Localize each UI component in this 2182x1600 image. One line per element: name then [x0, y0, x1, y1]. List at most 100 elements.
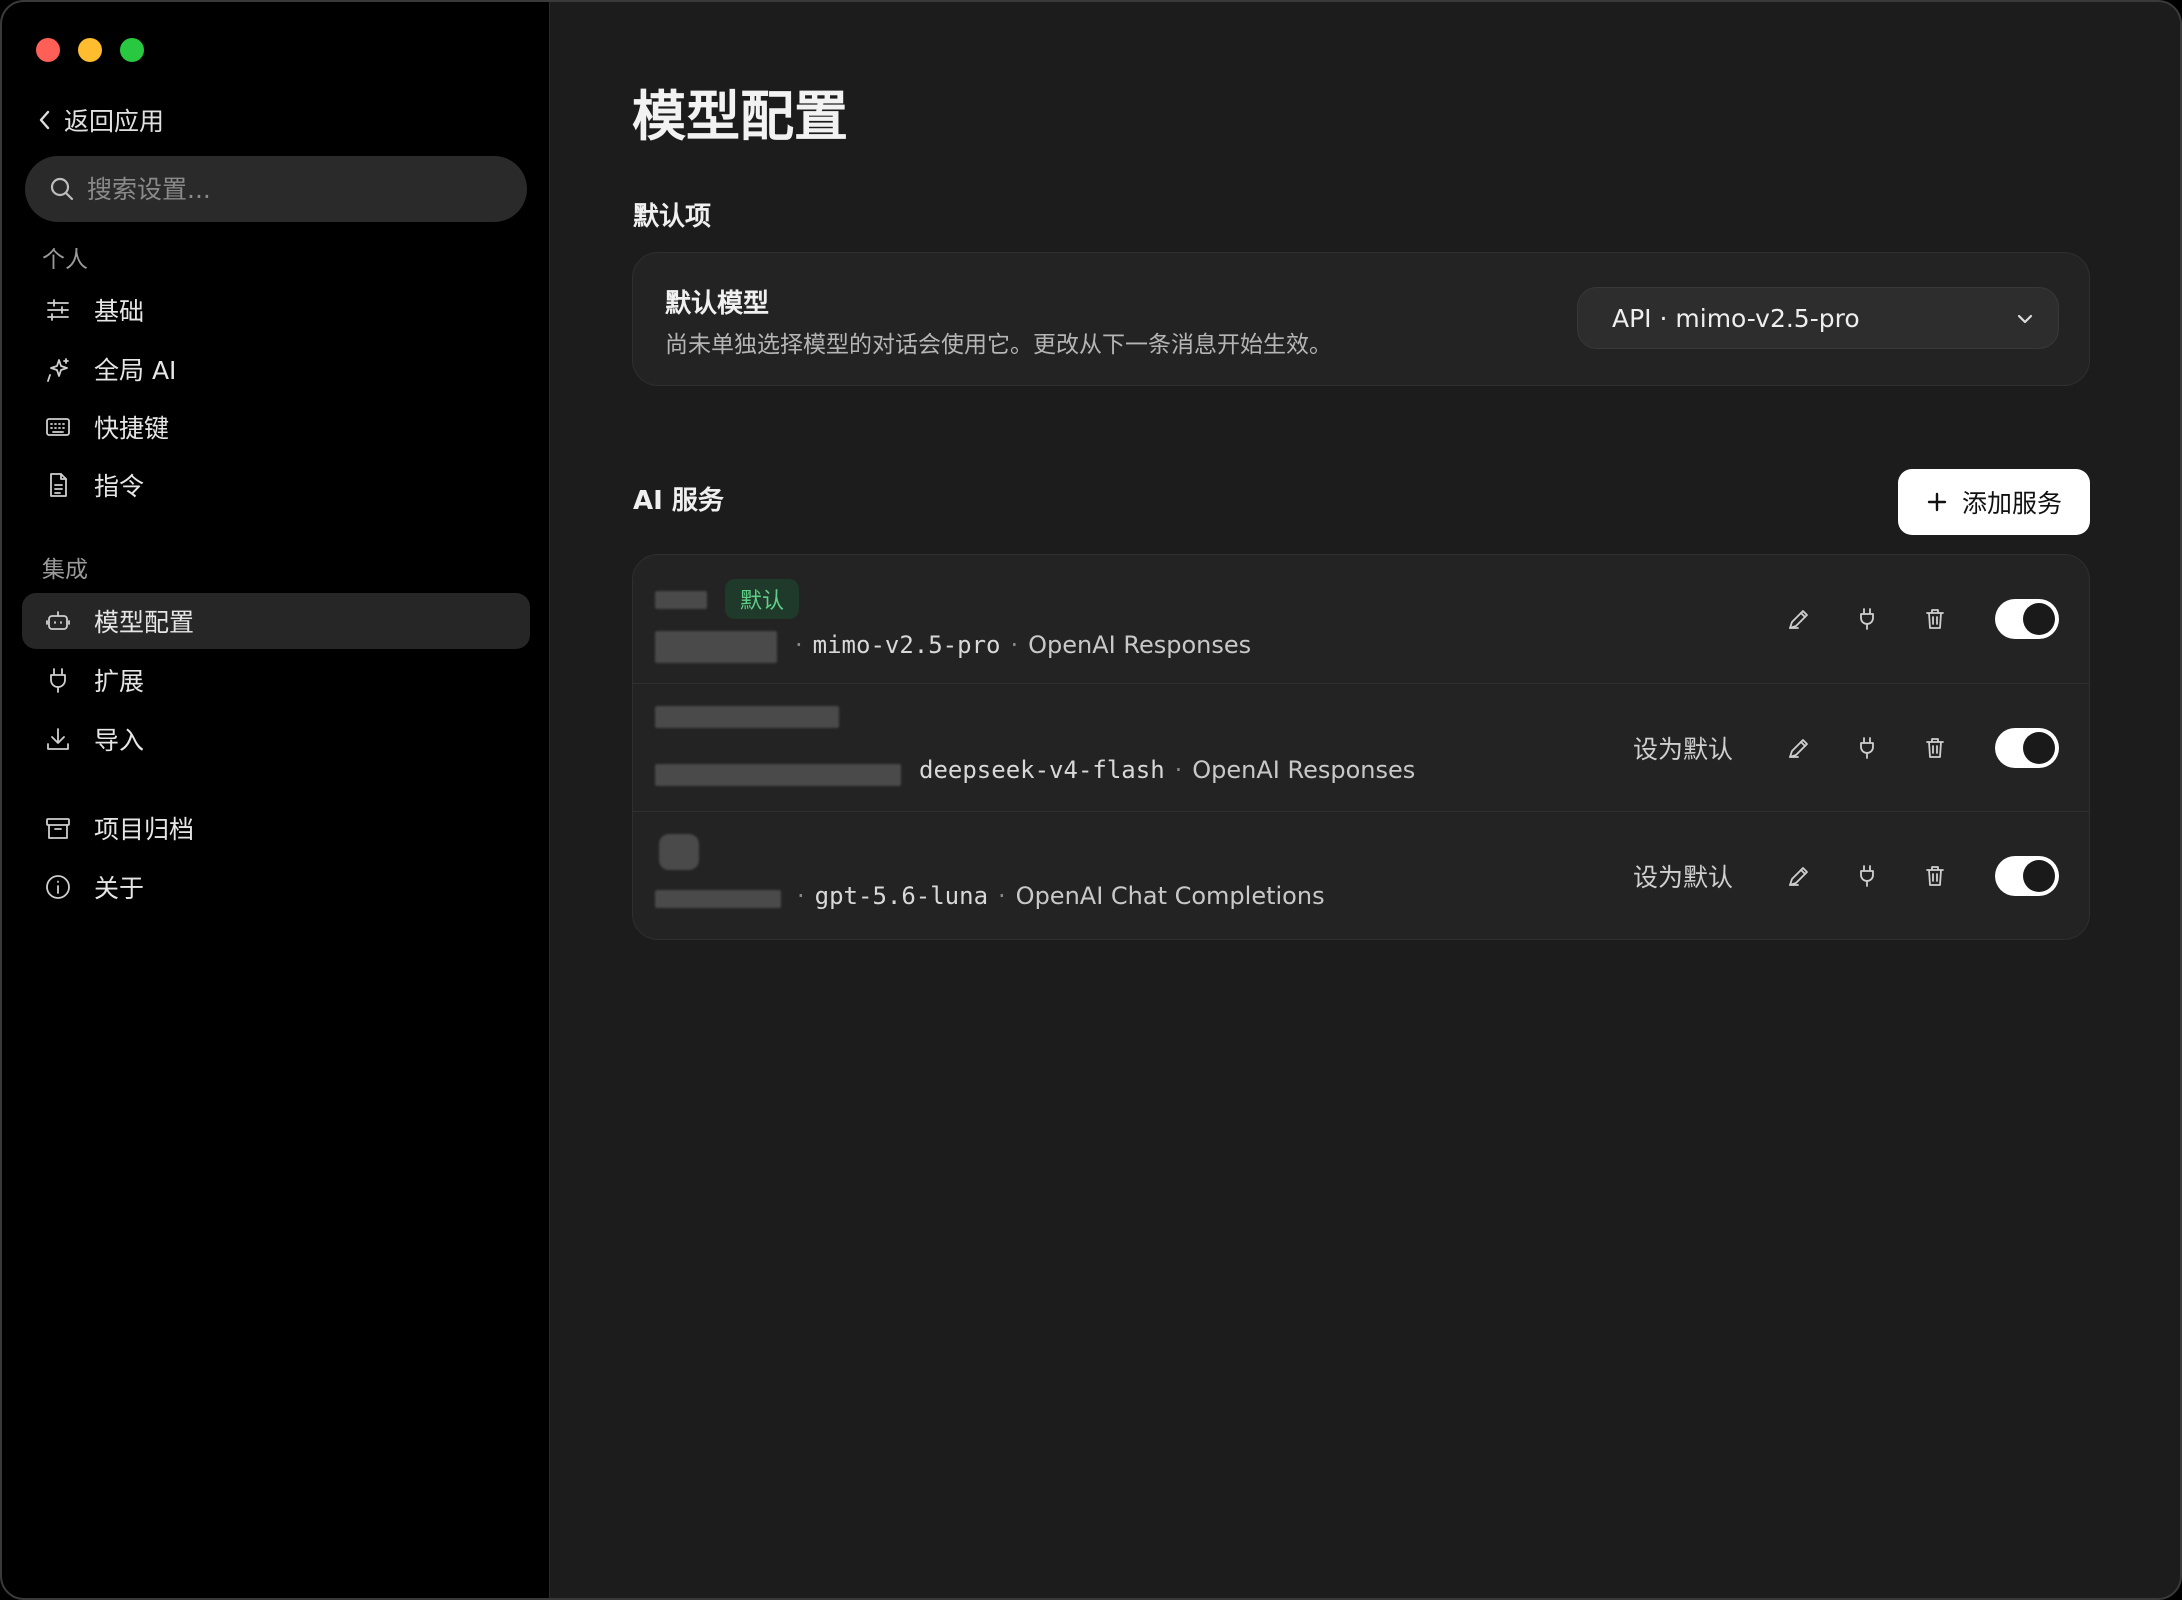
service-row: 默认 · mimo-v2.5-pro · OpenAI Responses	[633, 555, 2089, 683]
archive-icon	[46, 818, 70, 839]
trash-icon	[1926, 738, 1944, 758]
service-actions	[1777, 555, 2059, 683]
edit-service-button[interactable]	[1777, 726, 1821, 770]
section-label-integrations: 集成	[42, 557, 88, 583]
defaults-heading: 默认项	[633, 202, 712, 232]
keyboard-icon	[46, 418, 70, 436]
service-actions: 设为默认	[1633, 812, 2059, 940]
back-label: 返回应用	[64, 107, 165, 136]
plus-icon	[1927, 492, 1947, 512]
search-icon	[50, 177, 74, 201]
sidebar-item-label: 指令	[94, 472, 145, 501]
service-model: deepseek-v4-flash	[919, 756, 1165, 784]
pencil-icon	[1789, 610, 1808, 629]
pencil-icon	[1789, 739, 1808, 758]
plug-icon	[1860, 865, 1874, 887]
set-default-button[interactable]: 设为默认	[1633, 730, 1733, 766]
redacted-service-name	[655, 591, 707, 609]
add-service-label: 添加服务	[1961, 489, 2062, 518]
delete-service-button[interactable]	[1913, 726, 1957, 770]
sidebar-item-model-config[interactable]: 模型配置	[22, 593, 530, 649]
plug-icon	[1860, 608, 1874, 630]
robot-icon	[46, 611, 70, 630]
redacted-service-name	[659, 834, 699, 870]
sidebar-item-label: 项目归档	[94, 815, 195, 844]
chevron-down-icon	[2017, 314, 2033, 324]
service-enabled-toggle[interactable]	[1995, 856, 2059, 896]
set-default-button[interactable]: 设为默认	[1633, 858, 1733, 894]
test-connection-button[interactable]	[1845, 726, 1889, 770]
default-model-description: 尚未单独选择模型的对话会使用它。更改从下一条消息开始生效。	[665, 332, 1332, 358]
sidebar-item-label: 扩展	[94, 667, 145, 696]
plug-icon	[50, 668, 66, 693]
sidebar-item-label: 导入	[94, 726, 145, 755]
service-api: OpenAI Responses	[1192, 756, 1416, 784]
service-enabled-toggle[interactable]	[1995, 599, 2059, 639]
service-row: deepseek-v4-flash · OpenAI Responses 设为默认	[633, 683, 2089, 811]
sidebar-item-label: 关于	[94, 874, 145, 903]
default-model-selected: API · mimo-v2.5-pro	[1612, 303, 1860, 333]
redacted-endpoint	[655, 764, 901, 786]
sidebar-item-instructions[interactable]: 指令	[22, 457, 530, 513]
default-model-card: 默认模型 尚未单独选择模型的对话会使用它。更改从下一条消息开始生效。 API ·…	[632, 252, 2090, 386]
sidebar-item-shortcuts[interactable]: 快捷键	[22, 399, 530, 455]
section-label-personal: 个人	[42, 247, 88, 273]
service-model: gpt-5.6-luna	[814, 882, 989, 910]
delete-service-button[interactable]	[1913, 854, 1957, 898]
services-list: 默认 · mimo-v2.5-pro · OpenAI Responses deeps…	[632, 554, 2090, 940]
plug-icon	[1860, 737, 1874, 759]
default-model-select[interactable]: API · mimo-v2.5-pro	[1577, 287, 2059, 349]
zoom-window-button[interactable]	[120, 38, 144, 62]
sidebar-item-about[interactable]: 关于	[22, 859, 530, 915]
pencil-icon	[1789, 867, 1808, 886]
default-model-title: 默认模型	[665, 289, 770, 319]
delete-service-button[interactable]	[1913, 597, 1957, 641]
service-model: mimo-v2.5-pro	[812, 631, 1001, 659]
test-connection-button[interactable]	[1845, 854, 1889, 898]
sidebar-item-import[interactable]: 导入	[22, 711, 530, 767]
add-service-button[interactable]: 添加服务	[1898, 469, 2090, 535]
service-api: OpenAI Chat Completions	[1015, 882, 1325, 910]
settings-search[interactable]	[25, 156, 527, 222]
edit-service-button[interactable]	[1777, 597, 1821, 641]
service-enabled-toggle[interactable]	[1995, 728, 2059, 768]
main-content: 模型配置 默认项 默认模型 尚未单独选择模型的对话会使用它。更改从下一条消息开始…	[550, 2, 2180, 1598]
sparkle-icon	[47, 358, 69, 382]
document-icon	[50, 473, 67, 497]
window-controls	[36, 38, 144, 62]
redacted-endpoint	[655, 890, 781, 908]
edit-service-button[interactable]	[1777, 854, 1821, 898]
test-connection-button[interactable]	[1845, 597, 1889, 641]
sidebar: 返回应用 个人 基础 全局 AI 快捷键 指令 集成 模型配置	[2, 2, 550, 1598]
sidebar-item-global-ai[interactable]: 全局 AI	[22, 341, 530, 397]
search-input[interactable]	[87, 174, 487, 204]
sidebar-item-basic[interactable]: 基础	[22, 282, 530, 338]
trash-icon	[1926, 609, 1944, 629]
close-window-button[interactable]	[36, 38, 60, 62]
ai-services-heading: AI 服务	[633, 486, 724, 516]
download-icon	[47, 728, 69, 750]
back-to-app-link[interactable]: 返回应用	[36, 102, 164, 138]
redacted-service-name	[655, 706, 839, 728]
chevron-left-icon	[39, 110, 50, 130]
info-icon	[46, 875, 70, 899]
sidebar-item-label: 全局 AI	[94, 356, 177, 385]
service-row: · gpt-5.6-luna · OpenAI Chat Completions 设为…	[633, 811, 2089, 941]
sidebar-item-extensions[interactable]: 扩展	[22, 652, 530, 708]
sliders-icon	[47, 299, 69, 321]
trash-icon	[1926, 866, 1944, 886]
service-meta: deepseek-v4-flash · OpenAI Responses	[919, 756, 1416, 784]
service-actions: 设为默认	[1633, 684, 2059, 812]
sidebar-item-label: 快捷键	[94, 414, 170, 443]
service-meta: · mimo-v2.5-pro · OpenAI Responses	[795, 631, 1252, 659]
settings-window: 返回应用 个人 基础 全局 AI 快捷键 指令 集成 模型配置	[0, 0, 2182, 1600]
sidebar-item-project-archive[interactable]: 项目归档	[22, 800, 530, 856]
sidebar-item-label: 基础	[94, 297, 145, 326]
page-title: 模型配置	[632, 85, 848, 148]
redacted-endpoint	[655, 631, 777, 663]
sidebar-item-label: 模型配置	[94, 608, 195, 637]
service-api: OpenAI Responses	[1028, 631, 1252, 659]
default-badge: 默认	[725, 579, 800, 619]
service-meta: · gpt-5.6-luna · OpenAI Chat Completions	[797, 882, 1325, 910]
minimize-window-button[interactable]	[78, 38, 102, 62]
